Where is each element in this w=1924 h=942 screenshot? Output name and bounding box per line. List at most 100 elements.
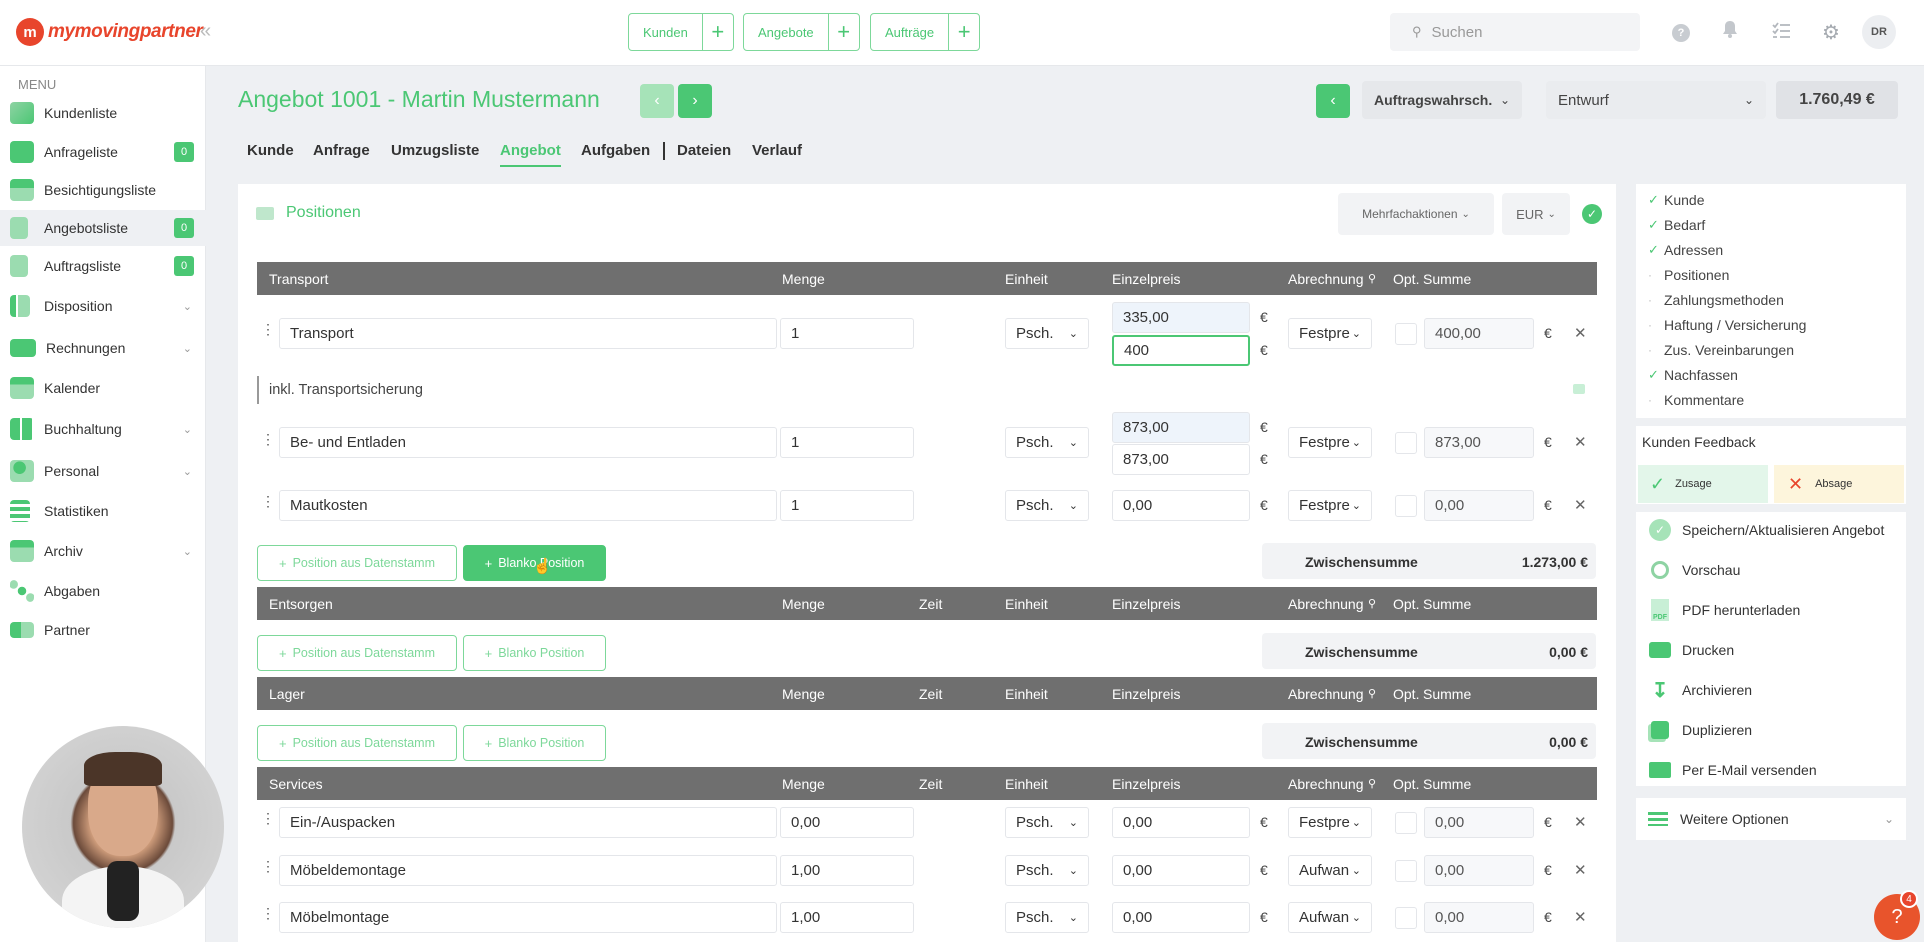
- bell-icon[interactable]: [1722, 20, 1738, 43]
- delete-row-icon[interactable]: ✕: [1574, 861, 1587, 879]
- tab-anfrage[interactable]: Anfrage: [313, 142, 370, 159]
- save-offer-action[interactable]: ✓ Speichern/Aktualisieren Angebot: [1648, 518, 1884, 542]
- billing-select[interactable]: Festpre ⌄: [1288, 490, 1372, 521]
- sidebar-item-archiv[interactable]: Archiv ⌄: [0, 533, 206, 569]
- billing-select[interactable]: Aufwan ⌄: [1288, 855, 1372, 886]
- add-blank-position-button[interactable]: + Blanko Position: [463, 725, 606, 761]
- confirm-check-icon[interactable]: ✓: [1582, 204, 1602, 224]
- unit-select[interactable]: Psch. ⌄: [1005, 855, 1089, 886]
- send-email-action[interactable]: Per E-Mail versenden: [1648, 758, 1817, 782]
- unit-price-input[interactable]: 0,00: [1112, 902, 1250, 933]
- currency-select[interactable]: EUR ⌄: [1502, 193, 1570, 235]
- next-offer-button[interactable]: ›: [678, 84, 712, 118]
- unit-select[interactable]: Psch. ⌄: [1005, 490, 1089, 521]
- logo[interactable]: m mymovingpartner: [16, 18, 203, 46]
- tab-verlauf[interactable]: Verlauf: [752, 142, 802, 159]
- delete-row-icon[interactable]: ✕: [1574, 908, 1587, 926]
- archive-action[interactable]: ↧ Archivieren: [1648, 678, 1752, 702]
- billing-select[interactable]: Festpre ⌄: [1288, 427, 1372, 458]
- checklist-item[interactable]: · Zus. Vereinbarungen: [1648, 342, 1794, 358]
- sidebar-item-kundenliste[interactable]: Kundenliste: [0, 95, 206, 131]
- add-angebot-icon[interactable]: +: [829, 14, 859, 50]
- checklist-item[interactable]: ✓ Adressen: [1648, 242, 1723, 258]
- optional-checkbox[interactable]: [1395, 812, 1417, 834]
- chevron-down-icon[interactable]: ⌄: [183, 342, 192, 355]
- sidebar-item-statistiken[interactable]: Statistiken: [0, 493, 206, 529]
- info-icon[interactable]: ⚲: [1368, 272, 1376, 285]
- tab-dateien[interactable]: Dateien: [677, 142, 731, 159]
- billing-select[interactable]: Festpre ⌄: [1288, 318, 1372, 349]
- info-icon[interactable]: ⚲: [1368, 687, 1376, 700]
- note-edit-icon[interactable]: [1573, 384, 1585, 394]
- delete-row-icon[interactable]: ✕: [1574, 813, 1587, 831]
- gear-icon[interactable]: ⚙: [1822, 20, 1840, 45]
- delete-row-icon[interactable]: ✕: [1574, 496, 1587, 514]
- position-name-input[interactable]: Mautkosten: [279, 490, 777, 521]
- duplicate-action[interactable]: Duplizieren: [1648, 718, 1752, 742]
- bulk-actions-button[interactable]: Mehrfachaktionen ⌄: [1338, 193, 1494, 235]
- checklist-item[interactable]: ✓ Kunde: [1648, 192, 1704, 208]
- optional-checkbox[interactable]: [1395, 323, 1417, 345]
- sidebar-item-buchhaltung[interactable]: Buchhaltung ⌄: [0, 411, 206, 447]
- unit-price-input[interactable]: 0,00: [1112, 490, 1250, 521]
- status-dropdown[interactable]: Entwurf ⌄: [1546, 81, 1766, 119]
- avatar[interactable]: DR: [1862, 15, 1896, 49]
- position-name-input[interactable]: Ein-/Auspacken: [279, 807, 777, 838]
- print-action[interactable]: Drucken: [1648, 638, 1734, 662]
- delete-row-icon[interactable]: ✕: [1574, 433, 1587, 451]
- search-input[interactable]: ⚲ Suchen: [1390, 13, 1640, 51]
- preview-action[interactable]: Vorschau: [1648, 558, 1740, 582]
- drag-handle-icon[interactable]: ⋮⋮: [261, 906, 287, 920]
- add-auftrag-icon[interactable]: +: [949, 14, 979, 50]
- unit-price-input[interactable]: 0,00: [1112, 807, 1250, 838]
- add-from-catalog-button[interactable]: + Position aus Datenstamm: [257, 545, 457, 581]
- quantity-input[interactable]: 1: [780, 318, 914, 349]
- checklist-item[interactable]: · Positionen: [1648, 267, 1729, 283]
- sidebar-item-rechnungen[interactable]: Rechnungen ⌄: [0, 330, 206, 366]
- drag-handle-icon[interactable]: ⋮⋮: [261, 432, 287, 446]
- delete-row-icon[interactable]: ✕: [1574, 324, 1587, 342]
- quantity-input[interactable]: 1: [780, 427, 914, 458]
- probability-dropdown[interactable]: Auftragswahrsch. ⌄: [1362, 81, 1522, 119]
- billing-select[interactable]: Aufwan ⌄: [1288, 902, 1372, 933]
- billing-select[interactable]: Festpre ⌄: [1288, 807, 1372, 838]
- tab-umzugsliste[interactable]: Umzugsliste: [391, 142, 479, 159]
- drag-handle-icon[interactable]: ⋮⋮: [261, 494, 287, 508]
- tab-angebot[interactable]: Angebot: [500, 142, 561, 167]
- position-name-input[interactable]: Möbeldemontage: [279, 855, 777, 886]
- tasks-list-icon[interactable]: [1772, 22, 1790, 43]
- add-from-catalog-button[interactable]: + Position aus Datenstamm: [257, 725, 457, 761]
- position-note[interactable]: inkl. Transportsicherung: [257, 376, 1597, 404]
- accept-button[interactable]: ✓ Zusage: [1638, 465, 1768, 503]
- price-reference-input[interactable]: 873,00: [1112, 412, 1250, 443]
- optional-checkbox[interactable]: [1395, 907, 1417, 929]
- position-name-input[interactable]: Be- und Entladen: [279, 427, 777, 458]
- sidebar-item-partner[interactable]: Partner: [0, 612, 206, 648]
- sidebar-item-abgaben[interactable]: Abgaben: [0, 573, 206, 609]
- info-icon[interactable]: ⚲: [1368, 597, 1376, 610]
- chevron-down-icon[interactable]: ⌄: [183, 300, 192, 313]
- add-from-catalog-button[interactable]: + Position aus Datenstamm: [257, 635, 457, 671]
- drag-handle-icon[interactable]: ⋮⋮: [261, 859, 287, 873]
- back-button[interactable]: ‹: [1316, 84, 1350, 118]
- unit-select[interactable]: Psch. ⌄: [1005, 427, 1089, 458]
- auftraege-button[interactable]: Aufträge: [871, 14, 950, 50]
- info-icon[interactable]: ⚲: [1368, 777, 1376, 790]
- download-pdf-action[interactable]: PDF PDF herunterladen: [1648, 598, 1800, 622]
- unit-select[interactable]: Psch. ⌄: [1005, 807, 1089, 838]
- checklist-item[interactable]: · Kommentare: [1648, 392, 1744, 408]
- unit-select[interactable]: Psch. ⌄: [1005, 318, 1089, 349]
- sidebar-item-kalender[interactable]: Kalender: [0, 370, 206, 406]
- quantity-input[interactable]: 0,00: [780, 807, 914, 838]
- add-blank-position-button[interactable]: + Blanko Position: [463, 635, 606, 671]
- kunden-button[interactable]: Kunden: [629, 14, 703, 50]
- help-circle-icon[interactable]: ?: [1672, 21, 1690, 42]
- tab-aufgaben[interactable]: Aufgaben: [581, 142, 650, 159]
- sidebar-item-anfrageliste[interactable]: Anfrageliste 0: [0, 134, 206, 170]
- position-name-input[interactable]: Möbelmontage: [279, 902, 777, 933]
- checklist-item[interactable]: · Zahlungsmethoden: [1648, 292, 1784, 308]
- sidebar-item-besichtigungsliste[interactable]: Besichtigungsliste: [0, 172, 206, 208]
- drag-handle-icon[interactable]: ⋮⋮: [261, 811, 287, 825]
- add-kunde-icon[interactable]: +: [703, 14, 733, 50]
- unit-price-input[interactable]: 400: [1112, 335, 1250, 366]
